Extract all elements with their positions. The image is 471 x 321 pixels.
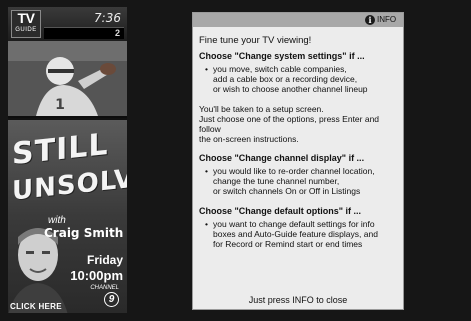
live-video-preview[interactable]: 1 [8, 41, 127, 116]
list-item: • you would like to re-order channel loc… [205, 166, 401, 196]
close-hint: Just press INFO to close [248, 295, 348, 305]
list-item: • you want to change default settings fo… [205, 219, 401, 249]
promo-ad[interactable]: STILL UNSOLVED with Craig Smith Friday 1… [8, 118, 127, 313]
channel-number: 2 [114, 28, 120, 38]
list-item: • you move, switch cable companies, add … [205, 64, 401, 94]
bullet-text: you would like to re-order channel locat… [213, 166, 375, 196]
top-bar: TV GUIDE 7:36 2 [8, 7, 127, 41]
ad-channel-number: 9 [104, 292, 119, 307]
channel-indicator: 2 [44, 27, 124, 39]
info-icon: i [365, 15, 375, 25]
info-dialog-body: Fine tune your TV viewing! Choose "Chang… [199, 36, 401, 259]
click-here-link[interactable]: CLICK HERE [10, 302, 62, 311]
bullet-text: you move, switch cable companies, add a … [213, 64, 368, 94]
svg-text:1: 1 [55, 97, 65, 113]
info-dialog: i INFO Fine tune your TV viewing! Choose… [192, 12, 404, 310]
ad-channel-label: CHANNEL [90, 285, 119, 291]
ad-time: 10:00pm [70, 268, 123, 283]
logo-text-guide: GUIDE [15, 27, 37, 33]
clock-display: 7:36 [94, 11, 121, 25]
section-heading-channel-display: Choose "Change channel display" if ... [199, 153, 365, 163]
info-dialog-header: i INFO [193, 13, 403, 27]
ad-day: Friday [86, 253, 123, 267]
section-heading-system-settings: Choose "Change system settings" if ... [199, 51, 365, 61]
section-heading-default-options: Choose "Change default options" if ... [199, 206, 362, 216]
intro-text: Fine tune your TV viewing! [199, 35, 312, 46]
ad-with-label: with [48, 215, 66, 226]
setup-note: You'll be taken to a setup screen. Just … [199, 104, 380, 144]
bullet-text: you want to change default settings for … [213, 219, 378, 249]
info-header-label: INFO [377, 15, 397, 24]
tv-screen: TV GUIDE 7:36 2 1 STILL UNSOLVED with Cr… [0, 0, 471, 321]
ad-host-name: Craig Smith [44, 226, 124, 240]
bullet-icon: • [205, 166, 208, 176]
logo-text-tv: TV [17, 10, 35, 26]
football-player-image: 1 [8, 41, 127, 116]
left-column: TV GUIDE 7:36 2 1 STILL UNSOLVED with Cr… [8, 7, 127, 313]
bullet-icon: • [205, 219, 208, 229]
tv-guide-logo: TV GUIDE [11, 10, 41, 38]
bullet-icon: • [205, 64, 208, 74]
ad-title-line1: STILL [12, 126, 109, 173]
